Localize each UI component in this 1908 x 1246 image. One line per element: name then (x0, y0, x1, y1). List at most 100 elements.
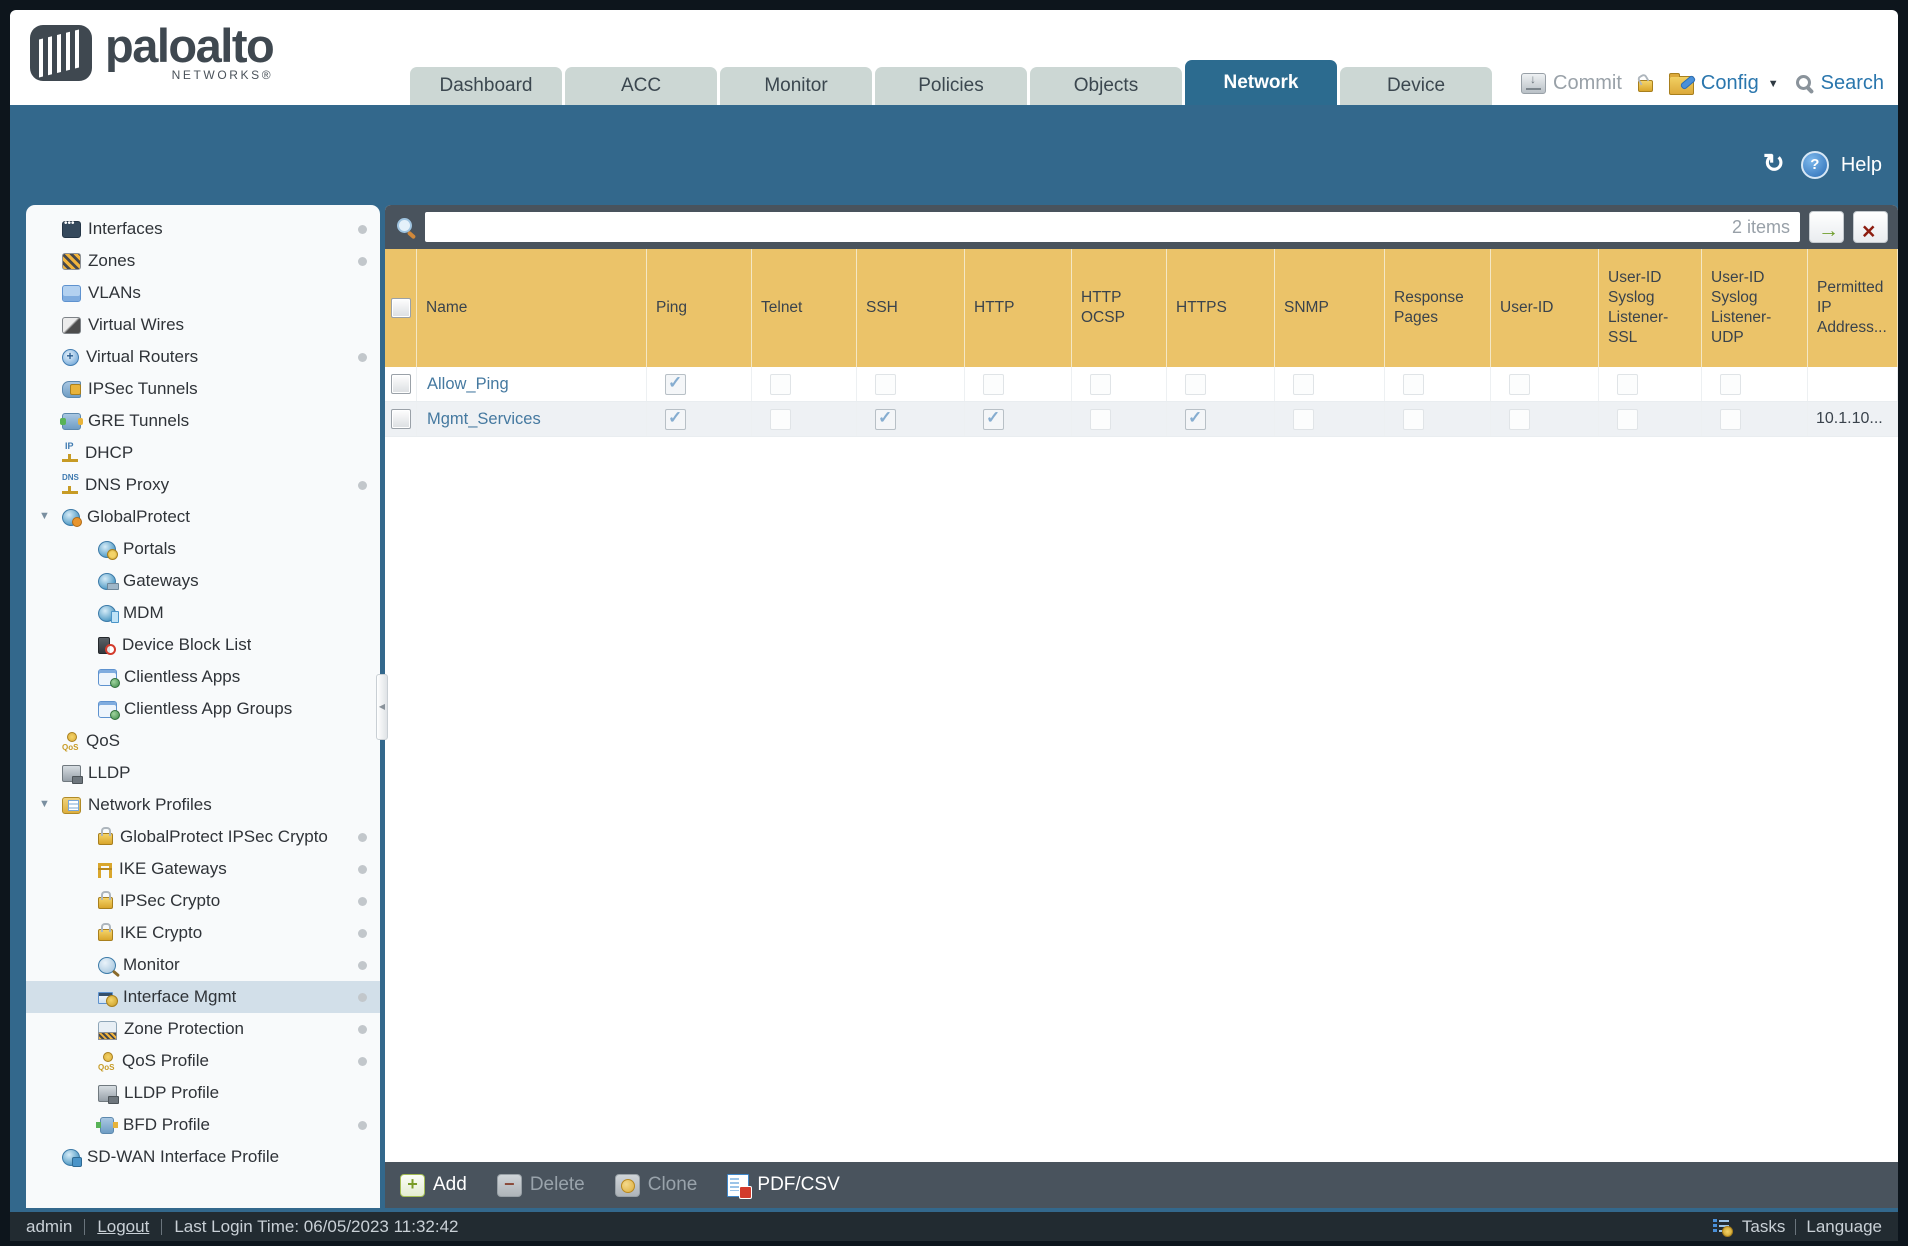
refresh-icon[interactable] (1763, 148, 1789, 179)
sidebar-item-label: Clientless App Groups (124, 699, 293, 718)
sidebar-item-bfd-profile[interactable]: BFD Profile (26, 1109, 380, 1141)
unchecked-checkbox (983, 373, 1004, 395)
sidebar-item-virtual-wires[interactable]: Virtual Wires (26, 309, 380, 341)
app-frame: paloalto NETWORKS® Dashboard ACC Monitor Po… (10, 10, 1898, 1241)
config-button[interactable]: Config ▼ (1668, 72, 1779, 95)
monitor-icon (98, 956, 116, 974)
clear-filter-icon (1862, 220, 1879, 235)
sidebar-item-lldp-profile[interactable]: LLDP Profile (26, 1077, 380, 1109)
sidebar-item-dns-proxy[interactable]: DNS Proxy (26, 469, 380, 501)
service-cell-https (1167, 402, 1275, 436)
profile-name-link[interactable]: Allow_Ping (417, 375, 509, 394)
sidebar-item-ike-gateways[interactable]: IKE Gateways (26, 853, 380, 885)
sidebar-item-ipsec-tunnels[interactable]: IPSec Tunnels (26, 373, 380, 405)
sidebar-item-clientless-apps[interactable]: Clientless Apps (26, 661, 380, 693)
sidebar-item-ike-crypto[interactable]: IKE Crypto (26, 917, 380, 949)
sidebar-item-network-profiles[interactable]: Network Profiles (26, 789, 380, 821)
lldp-profile-icon (98, 1084, 119, 1104)
sidebar-item-virtual-routers[interactable]: Virtual Routers (26, 341, 380, 373)
service-cell-response-pages (1385, 367, 1491, 401)
apply-filter-button[interactable] (1809, 211, 1844, 243)
tab-network[interactable]: Network (1185, 60, 1337, 105)
sidebar-item-label: Clientless Apps (124, 667, 241, 686)
tab-objects[interactable]: Objects (1030, 67, 1182, 105)
unlock-icon[interactable] (1637, 79, 1653, 92)
zones-icon (62, 252, 81, 270)
sidebar-item-portals[interactable]: Portals (26, 533, 380, 565)
clone-button[interactable]: Clone (614, 1173, 697, 1197)
sidebar-item-zones[interactable]: Zones (26, 245, 380, 277)
sidebar-item-label: GlobalProtect (87, 507, 190, 526)
sidebar-item-globalprotect[interactable]: GlobalProtect (26, 501, 380, 533)
unchecked-checkbox (1293, 408, 1314, 430)
sidebar-item-globalprotect-ipsec-crypto[interactable]: GlobalProtect IPSec Crypto (26, 821, 380, 853)
sidebar-item-interfaces[interactable]: Interfaces (26, 213, 380, 245)
sidebar-collapse-handle[interactable] (376, 673, 388, 740)
sidebar-item-device-block-list[interactable]: Device Block List (26, 629, 380, 661)
help-label[interactable]: Help (1841, 154, 1882, 177)
item-dot-indicator (358, 864, 367, 874)
column-header-name[interactable]: Name (417, 249, 647, 367)
table-row: Mgmt_Services 10.1.10... (385, 402, 1898, 437)
service-cell-http (965, 367, 1072, 401)
row-select-checkbox[interactable] (390, 409, 411, 429)
sidebar-item-label: LLDP Profile (124, 1083, 220, 1102)
help-icon[interactable] (1800, 151, 1829, 179)
sidebar-item-label: DHCP (85, 443, 134, 462)
sidebar-item-dhcp[interactable]: DHCP (26, 437, 380, 469)
service-cell-response-pages (1385, 402, 1491, 436)
column-header-http: HTTP (965, 249, 1072, 367)
lldp-icon (62, 764, 83, 784)
profile-name-link[interactable]: Mgmt_Services (417, 410, 541, 429)
sidebar-item-label: IPSec Crypto (120, 891, 221, 910)
filter-input[interactable] (425, 212, 1800, 242)
sidebar-item-qos-profile[interactable]: QoS Profile (26, 1045, 380, 1077)
collapse-triangle-icon[interactable] (39, 798, 50, 810)
service-cell-snmp (1275, 367, 1385, 401)
tab-acc[interactable]: ACC (565, 67, 717, 105)
sdwan-icon (62, 1148, 82, 1167)
language-link[interactable]: Language (1806, 1217, 1882, 1237)
table-row: Allow_Ping (385, 367, 1898, 402)
tab-dashboard[interactable]: Dashboard (410, 67, 562, 105)
sidebar-item-label: MDM (123, 603, 164, 622)
sidebar-item-interface-mgmt[interactable]: Interface Mgmt (26, 981, 380, 1013)
clear-filter-button[interactable] (1853, 211, 1888, 243)
add-button[interactable]: Add (400, 1173, 467, 1197)
unchecked-checkbox (1509, 408, 1530, 430)
sidebar-item-monitor[interactable]: Monitor (26, 949, 380, 981)
dns-proxy-icon (62, 473, 79, 494)
select-all-checkbox[interactable] (390, 298, 411, 318)
logout-link[interactable]: Logout (97, 1217, 149, 1237)
sidebar-item-ipsec-crypto[interactable]: IPSec Crypto (26, 885, 380, 917)
qos-icon (62, 731, 79, 752)
pdf-csv-button[interactable]: PDF/CSV (727, 1173, 840, 1199)
sidebar-item-sd-wan-interface-profile[interactable]: SD-WAN Interface Profile (26, 1141, 380, 1173)
item-dot-indicator (358, 352, 367, 362)
nav-tabs: Dashboard ACC Monitor Policies Objects Networ… (410, 60, 1492, 105)
sidebar-item-clientless-app-groups[interactable]: Clientless App Groups (26, 693, 380, 725)
sidebar-item-qos[interactable]: QoS (26, 725, 380, 757)
tab-policies[interactable]: Policies (875, 67, 1027, 105)
sidebar-item-lldp[interactable]: LLDP (26, 757, 380, 789)
unchecked-checkbox (1403, 408, 1424, 430)
tab-device[interactable]: Device (1340, 67, 1492, 105)
search-button[interactable]: Search (1795, 72, 1884, 95)
sidebar-item-vlans[interactable]: VLANs (26, 277, 380, 309)
sidebar-item-gateways[interactable]: Gateways (26, 565, 380, 597)
row-select-checkbox[interactable] (390, 374, 411, 394)
collapse-triangle-icon[interactable] (39, 510, 50, 522)
clientless-apps-icon (98, 668, 120, 688)
service-cell-http-ocsp (1072, 367, 1167, 401)
sidebar-item-label: LLDP (88, 763, 131, 782)
tab-monitor[interactable]: Monitor (720, 67, 872, 105)
sidebar-item-gre-tunnels[interactable]: GRE Tunnels (26, 405, 380, 437)
tasks-link[interactable]: Tasks (1742, 1217, 1785, 1237)
commit-button[interactable]: Commit (1521, 72, 1622, 95)
clientless-app-groups-icon (98, 700, 120, 720)
sidebar-item-mdm[interactable]: MDM (26, 597, 380, 629)
add-icon (400, 1173, 425, 1197)
sidebar-item-label: GlobalProtect IPSec Crypto (120, 827, 328, 846)
delete-button[interactable]: Delete (496, 1173, 585, 1197)
sidebar-item-zone-protection[interactable]: Zone Protection (26, 1013, 380, 1045)
